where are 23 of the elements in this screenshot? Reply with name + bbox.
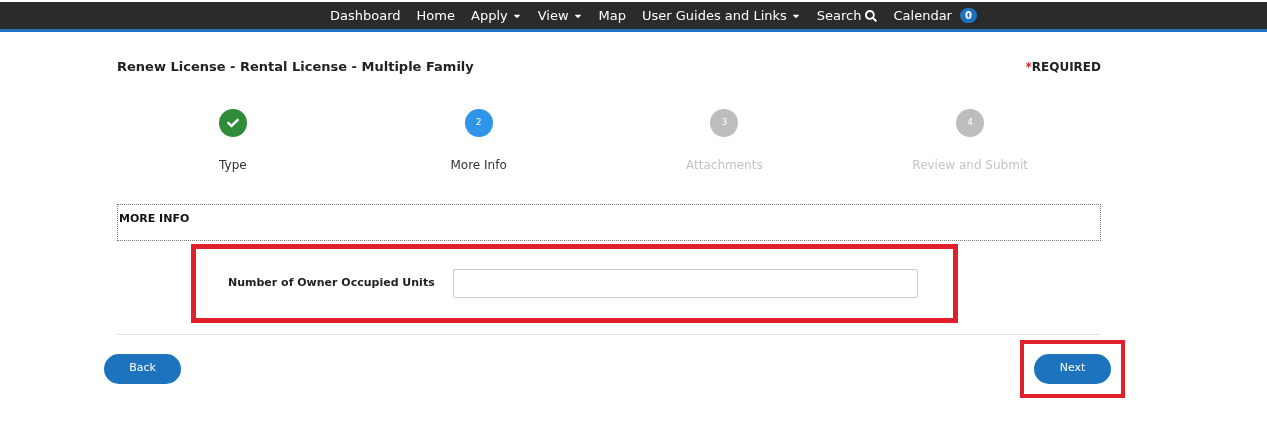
nav-link[interactable]: User Guides and Links [642,5,801,26]
input-field[interactable] [453,268,918,298]
nav-link[interactable]: Home [416,5,455,26]
required-label: *REQUIRED [1025,58,1101,76]
back-button[interactable]: Back [104,353,181,384]
nav-link[interactable]: View [537,5,583,26]
next-button[interactable]: Next [1034,353,1111,384]
search-icon [865,9,878,22]
nav-link[interactable]: Calendar 0 [893,5,977,26]
nav-link[interactable]: Map [598,5,626,26]
step-number: 2 [464,108,493,137]
nav-link[interactable]: Dashboard [330,5,401,26]
nav-link[interactable]: Apply [471,5,522,26]
section-title: MORE INFO [119,211,190,225]
step-label: Attachments [686,156,763,174]
step-label: Review and Submit [912,156,1028,174]
step-label: Type [219,156,247,174]
page-title: Renew License - Rental License - Multiple Family [117,58,474,76]
count-badge: 0 [959,8,977,23]
step-number: 4 [956,108,985,137]
nav-link[interactable]: Search [816,5,878,26]
step-label: More Info [450,156,507,174]
field-label: Number of Owner Occupied Units [228,274,436,291]
